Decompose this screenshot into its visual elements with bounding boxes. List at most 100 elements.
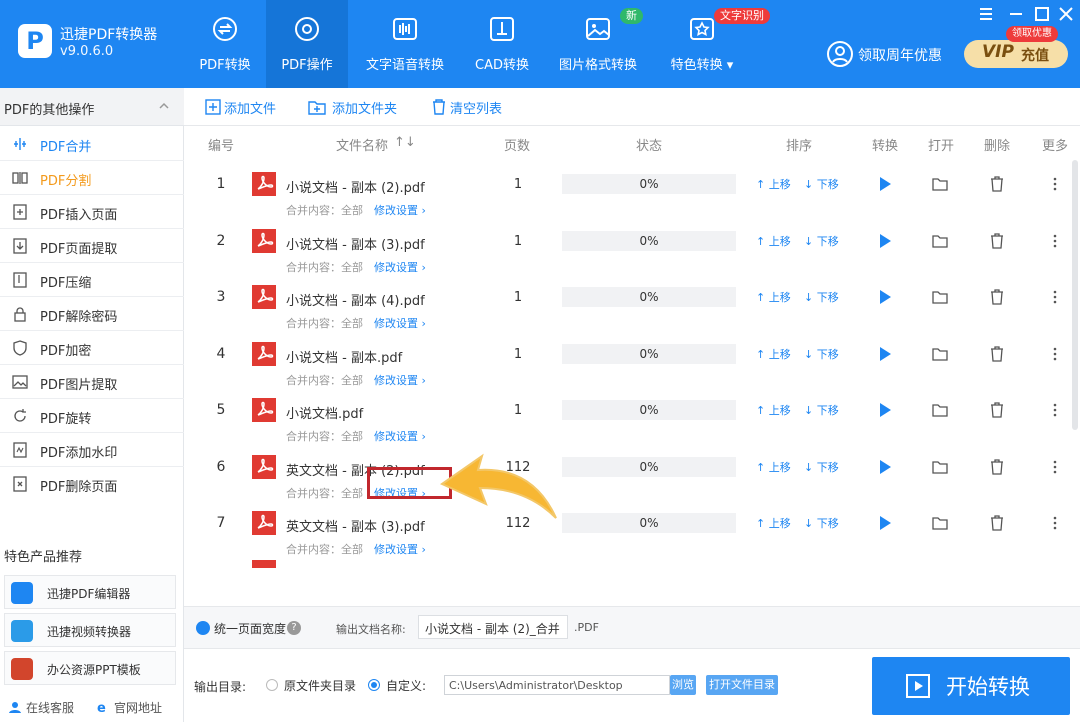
sidebar-item-merge[interactable]: PDF合并: [0, 127, 184, 161]
trash-icon[interactable]: [988, 232, 1006, 250]
open-dir-button[interactable]: 打开文件目录: [706, 675, 778, 695]
output-name-input[interactable]: 小说文档 - 副本 (2)_合并: [418, 615, 568, 639]
move-up-button[interactable]: ↑ 上移: [756, 176, 791, 192]
minimize-icon[interactable]: [1006, 4, 1026, 24]
move-down-button[interactable]: ↓ 下移: [804, 346, 839, 362]
sidebar-item-encrypt[interactable]: PDF加密: [0, 331, 184, 365]
play-icon[interactable]: [876, 175, 894, 193]
more-icon[interactable]: [1046, 175, 1064, 193]
folder-open-icon[interactable]: [931, 175, 949, 193]
folder-open-icon[interactable]: [931, 514, 949, 532]
trash-icon[interactable]: [988, 514, 1006, 532]
play-icon[interactable]: [876, 458, 894, 476]
move-up-button[interactable]: ↑ 上移: [756, 402, 791, 418]
trash-icon[interactable]: [988, 458, 1006, 476]
more-icon[interactable]: [1046, 232, 1064, 250]
sidebar-header[interactable]: PDF的其他操作: [0, 88, 184, 126]
recommend-ppt-templates[interactable]: 办公资源PPT模板: [4, 651, 176, 685]
table-row[interactable]: 3 小说文档 - 副本 (4).pdf 合并内容：全部 修改设置 › 1 0% ↑ 上移 ↓ …: [184, 273, 1080, 330]
more-icon[interactable]: [1046, 458, 1064, 476]
online-service-link[interactable]: 在线客服: [26, 699, 74, 716]
move-up-button[interactable]: ↑ 上移: [756, 346, 791, 362]
table-row[interactable]: 6 英文文档 - 副本 (2).pdf 合并内容：全部 修改设置 › 112 0% ↑ 上移…: [184, 443, 1080, 500]
move-up-button[interactable]: ↑ 上移: [756, 515, 791, 531]
trash-icon[interactable]: [988, 175, 1006, 193]
folder-open-icon[interactable]: [931, 401, 949, 419]
row-index: 6: [216, 458, 226, 475]
more-icon[interactable]: [1046, 288, 1064, 306]
start-convert-button[interactable]: 开始转换: [872, 657, 1070, 715]
play-icon[interactable]: [876, 401, 894, 419]
radio-custom-dir[interactable]: [368, 679, 380, 691]
sidebar-item-insert-page[interactable]: PDF插入页面: [0, 195, 184, 229]
sidebar-item-watermark[interactable]: PDF添加水印: [0, 433, 184, 467]
play-icon[interactable]: [876, 288, 894, 306]
sidebar-item-rotate[interactable]: PDF旋转: [0, 399, 184, 433]
vip-recharge-button[interactable]: VIP 充值: [964, 40, 1068, 68]
sidebar-item-unlock[interactable]: PDF解除密码: [0, 297, 184, 331]
move-down-button[interactable]: ↓ 下移: [804, 289, 839, 305]
nav-pdf-operation[interactable]: PDF操作: [266, 0, 348, 88]
nav-pdf-convert[interactable]: PDF转换: [188, 0, 262, 88]
add-file-button[interactable]: 添加文件: [204, 97, 284, 117]
table-row[interactable]: 4 小说文档 - 副本.pdf 合并内容：全部 修改设置 › 1 0% ↑ 上移 ↓ 下移: [184, 330, 1080, 387]
play-icon[interactable]: [876, 232, 894, 250]
folder-open-icon[interactable]: [931, 458, 949, 476]
nav-text-speech[interactable]: 文字语音转换: [358, 0, 452, 88]
scrollbar[interactable]: [1072, 160, 1078, 430]
row-index: 5: [216, 402, 226, 418]
trash-icon[interactable]: [988, 401, 1006, 419]
table-row[interactable]: 5 小说文档.pdf 合并内容：全部 修改设置 › 1 0% ↑ 上移 ↓ 下移: [184, 386, 1080, 443]
website-link[interactable]: 官网地址: [114, 699, 162, 716]
table-row[interactable]: 2 小说文档 - 副本 (3).pdf 合并内容：全部 修改设置 › 1 0% ↑ 上移 ↓ …: [184, 217, 1080, 274]
page-count: 1: [513, 177, 523, 192]
menu-icon[interactable]: [976, 4, 996, 24]
move-down-button[interactable]: ↓ 下移: [804, 176, 839, 192]
modify-settings-link[interactable]: 修改设置 ›: [374, 541, 426, 557]
play-icon[interactable]: [876, 514, 894, 532]
recommend-video-converter[interactable]: 迅捷视频转换器: [4, 613, 176, 647]
move-up-label: 上移: [768, 460, 791, 474]
recommend-pdf-editor[interactable]: 迅捷PDF编辑器: [4, 575, 176, 609]
folder-open-icon[interactable]: [931, 345, 949, 363]
move-down-button[interactable]: ↓ 下移: [804, 402, 839, 418]
add-folder-button[interactable]: 添加文件夹: [308, 97, 408, 117]
vip-recharge-text: 充值: [1021, 48, 1049, 64]
more-icon[interactable]: [1046, 401, 1064, 419]
nav-cad-convert[interactable]: CAD转换: [466, 0, 538, 88]
more-icon[interactable]: [1046, 345, 1064, 363]
clear-list-button[interactable]: 清空列表: [430, 97, 510, 117]
output-path-input[interactable]: C:\Users\Administrator\Desktop: [444, 675, 670, 695]
move-up-button[interactable]: ↑ 上移: [756, 459, 791, 475]
more-icon[interactable]: [1046, 514, 1064, 532]
sidebar-item-delete-page[interactable]: PDF删除页面: [0, 467, 184, 501]
sidebar-item-extract-page[interactable]: PDF页面提取: [0, 229, 184, 263]
help-icon[interactable]: ?: [287, 621, 301, 635]
trash-icon[interactable]: [988, 345, 1006, 363]
close-icon[interactable]: [1056, 4, 1076, 24]
sort-arrows-icon[interactable]: ↑↓: [394, 135, 416, 150]
trash-icon[interactable]: [988, 288, 1006, 306]
promo-link[interactable]: 领取周年优惠: [826, 40, 956, 68]
unify-width-checkbox[interactable]: [196, 621, 210, 635]
play-icon[interactable]: [876, 345, 894, 363]
maximize-icon[interactable]: [1032, 4, 1052, 24]
sidebar-item-image-extract[interactable]: PDF图片提取: [0, 365, 184, 399]
original-dir-label: 原文件夹目录: [284, 679, 357, 693]
header-name[interactable]: 文件名称: [336, 135, 388, 154]
table-row[interactable]: 1 小说文档 - 副本 (2).pdf 合并内容：全部 修改设置 › 1 0% ↑ 上移 ↓ …: [184, 160, 1080, 217]
folder-open-icon[interactable]: [931, 232, 949, 250]
move-down-button[interactable]: ↓ 下移: [804, 459, 839, 475]
sidebar-item-split[interactable]: PDF分割: [0, 161, 184, 195]
folder-open-icon[interactable]: [931, 288, 949, 306]
move-up-button[interactable]: ↑ 上移: [756, 289, 791, 305]
radio-original-dir[interactable]: [266, 679, 278, 691]
browse-button[interactable]: 浏览: [670, 675, 696, 695]
clear-list-label: 清空列表: [450, 102, 503, 117]
move-down-button[interactable]: ↓ 下移: [804, 233, 839, 249]
table-row[interactable]: 7 英文文档 - 副本 (3).pdf 合并内容：全部 修改设置 › 112 0% ↑ 上移…: [184, 499, 1080, 556]
move-down-button[interactable]: ↓ 下移: [804, 515, 839, 531]
move-down-label: 下移: [816, 178, 839, 191]
sidebar-item-compress[interactable]: PDF压缩: [0, 263, 184, 297]
move-up-button[interactable]: ↑ 上移: [756, 233, 791, 249]
